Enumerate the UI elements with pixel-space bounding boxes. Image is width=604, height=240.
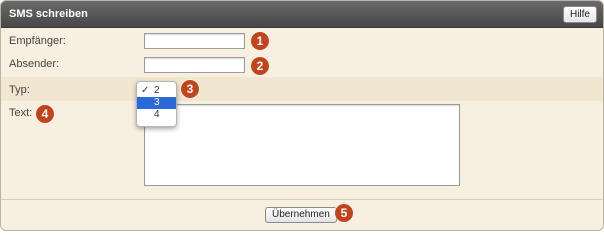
badge-3: 3 xyxy=(181,80,199,98)
type-option-highlighted[interactable]: 3 xyxy=(137,97,176,109)
recipient-input[interactable] xyxy=(144,33,245,49)
type-option[interactable]: 4 xyxy=(137,109,176,121)
text-label: Text: xyxy=(9,107,33,119)
sender-input[interactable] xyxy=(144,57,245,73)
panel-title: SMS schreiben xyxy=(9,8,88,20)
recipient-row: Empfänger: 1 xyxy=(1,28,603,52)
badge-1: 1 xyxy=(251,32,269,50)
message-textarea[interactable] xyxy=(144,104,460,186)
help-button[interactable]: Hilfe xyxy=(562,6,597,23)
recipient-label: Empfänger: xyxy=(9,35,66,47)
type-row: Typ: 3 xyxy=(1,77,603,101)
badge-4: 4 xyxy=(36,105,54,123)
sms-panel: SMS schreiben Hilfe Empfänger: 1 Absende… xyxy=(0,0,604,231)
apply-button[interactable]: Übernehmen xyxy=(265,207,337,223)
title-bar: SMS schreiben Hilfe xyxy=(1,1,603,28)
type-option-label: 4 xyxy=(154,109,160,120)
type-option-label: 3 xyxy=(154,97,160,108)
badge-5: 5 xyxy=(335,204,353,222)
type-option-label: 2 xyxy=(154,85,160,96)
sender-row: Absender: 2 xyxy=(1,52,603,77)
checkmark-icon: ✓ xyxy=(141,85,150,96)
badge-2: 2 xyxy=(251,57,269,75)
footer-divider xyxy=(1,199,603,200)
sender-label: Absender: xyxy=(9,58,60,70)
type-label: Typ: xyxy=(9,84,30,96)
type-option[interactable]: ✓ 2 xyxy=(137,85,176,97)
type-dropdown-menu[interactable]: ✓ 2 3 4 xyxy=(136,81,177,127)
